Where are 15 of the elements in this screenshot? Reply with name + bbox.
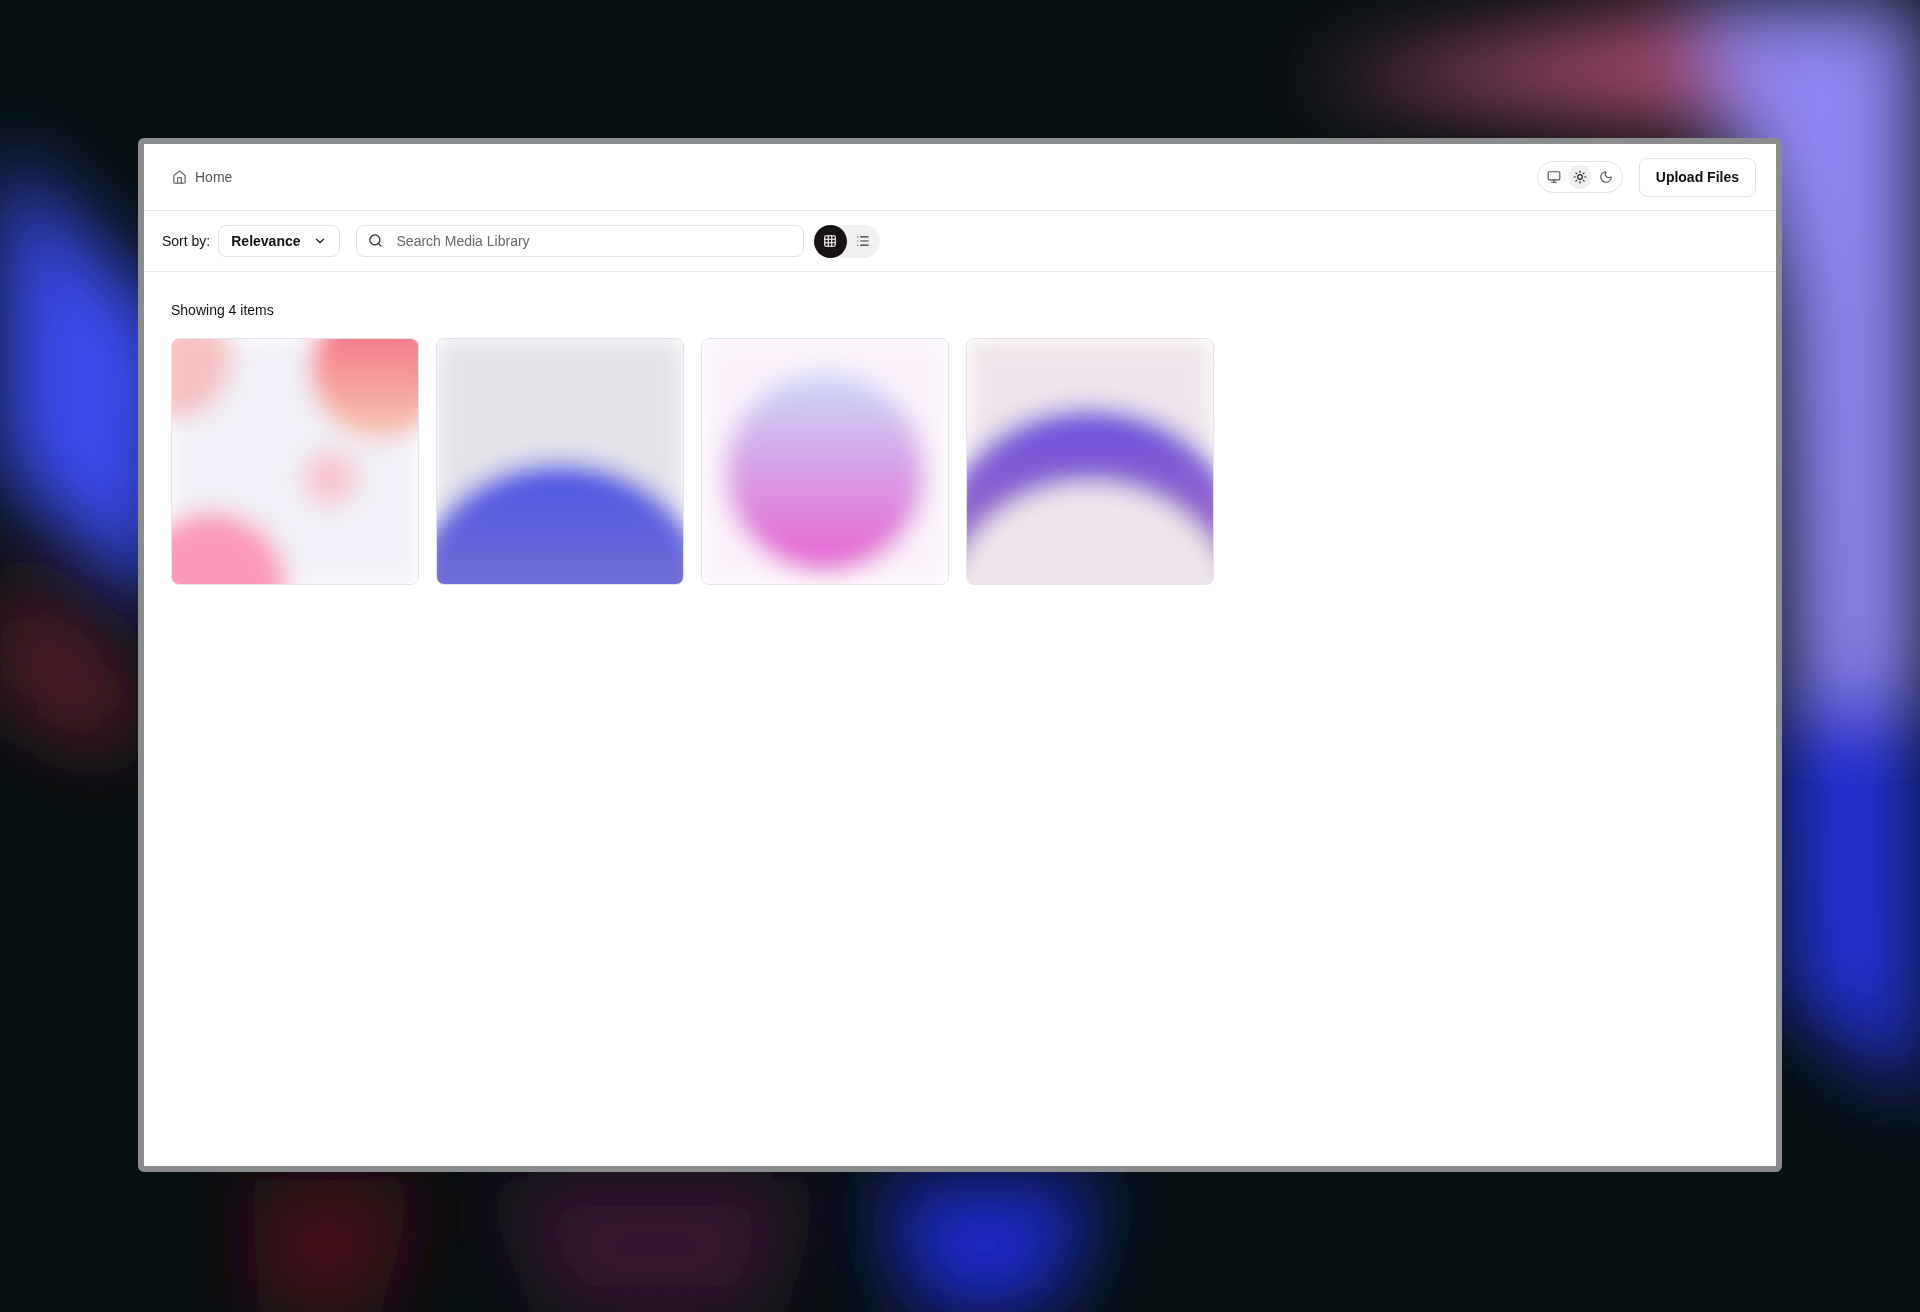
moon-icon	[1598, 170, 1613, 184]
monitor-icon	[1546, 170, 1561, 184]
light-theme-button[interactable]	[1567, 165, 1592, 189]
item-count: Showing 4 items	[171, 301, 275, 320]
search-field[interactable]: Search Media Library	[355, 225, 804, 257]
sun-icon	[1572, 170, 1587, 184]
breadcrumb-link[interactable]: Home	[195, 166, 233, 188]
list-icon	[856, 234, 871, 248]
grid-view-button[interactable]	[813, 224, 847, 258]
sort-dropdown[interactable]: Relevance	[218, 225, 340, 257]
home-icon	[172, 169, 187, 185]
grid-icon	[823, 234, 838, 248]
upload-files-button[interactable]: Upload Files	[1638, 157, 1756, 197]
search-icon	[367, 233, 383, 248]
sort-label: Sort by:	[162, 231, 211, 251]
